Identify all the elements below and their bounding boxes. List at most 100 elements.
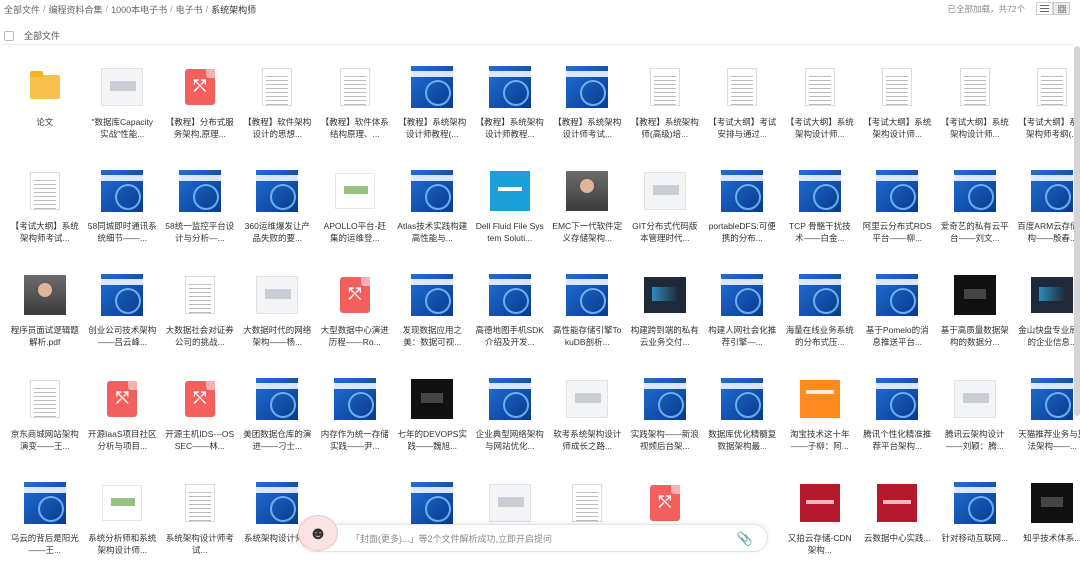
file-thumbnail [334, 66, 376, 108]
cover-image [800, 380, 840, 418]
file-item[interactable]: GIT分布式代码版本管理时代... [626, 170, 704, 274]
file-item[interactable]: 构建人网社会化推荐引擎—... [704, 274, 782, 378]
breadcrumb-item-1000-ebooks[interactable]: 1000本电子书 [111, 3, 167, 16]
file-thumbnail [411, 274, 453, 316]
file-item[interactable]: 高德地图手机SDK介绍及开发... [471, 274, 549, 378]
file-item[interactable]: 【教程】系统架构设计师教程(... [394, 66, 472, 170]
file-item[interactable]: 天猫推荐业务与算法架构——... [1014, 378, 1080, 482]
file-thumbnail [24, 378, 66, 420]
select-all-checkbox[interactable] [4, 31, 14, 41]
file-item[interactable]: 【教程】软件架构设计的思想... [239, 66, 317, 170]
file-item[interactable]: 数据库优化精髓复数据架构最... [704, 378, 782, 482]
file-item[interactable]: 论文 [6, 66, 84, 170]
file-item[interactable]: EMC下一代软件定义存储架构... [549, 170, 627, 274]
file-thumbnail [411, 170, 453, 212]
ai-chat-bar[interactable]: 「封面(更多)...」等2个文件解析成功,立即开启提问 📎 [300, 524, 768, 552]
file-item[interactable]: 又拍云存储-CDN架构... [781, 482, 859, 586]
file-item[interactable]: 知乎技术体系... [1014, 482, 1080, 586]
file-item[interactable]: 百度ARM云存储架构——殷春... [1014, 170, 1080, 274]
file-item[interactable]: 乌云的背后是阳光——王... [6, 482, 84, 586]
cover-image [721, 378, 763, 420]
file-item[interactable]: 爱奇艺的私有云平台——刘文... [936, 170, 1014, 274]
file-item[interactable]: 高性能存储引擎TokuDB剖析... [549, 274, 627, 378]
file-item[interactable]: 【考试大纲】系统架构师考纲(... [1014, 66, 1080, 170]
file-name: 京东商城网站架构演变——王... [10, 428, 80, 452]
file-thumbnail [489, 482, 531, 524]
file-thumbnail [334, 170, 376, 212]
file-name: 金山快盘专业局用的企业信息... [1017, 324, 1080, 348]
breadcrumb-separator: / [206, 4, 209, 14]
file-item[interactable]: 京东商城网站架构演变——王... [6, 378, 84, 482]
file-item[interactable]: 58同城即时通讯系统细节——... [84, 170, 162, 274]
file-item[interactable]: 金山快盘专业局用的企业信息... [1014, 274, 1080, 378]
file-item[interactable]: ⤲开源IaaS项目社区分析与项目... [84, 378, 162, 482]
file-name: Atlas技术实践构建高性能与... [397, 220, 467, 244]
file-item[interactable]: 系统架构设计师考试... [161, 482, 239, 586]
file-item[interactable]: 58统一监控平台设计与分析—... [161, 170, 239, 274]
file-item[interactable]: 构建跨到端的私有云业务交付... [626, 274, 704, 378]
file-item[interactable]: 云数据中心实践... [859, 482, 937, 586]
file-item[interactable]: 海量在线业务系统的分布式压... [781, 274, 859, 378]
file-item[interactable]: ⤲开源主机IDS---OSSEC——林... [161, 378, 239, 482]
file-item[interactable]: 软考系统架构设计师成长之路... [549, 378, 627, 482]
file-item[interactable]: 腾讯个性化精准推荐平台架构... [859, 378, 937, 482]
file-item[interactable]: 腾讯云架构设计——刘颖：腾... [936, 378, 1014, 482]
file-item[interactable]: 【考试大纲】系统架构设计师... [936, 66, 1014, 170]
breadcrumb-item-all-files[interactable]: 全部文件 [4, 3, 40, 16]
attach-icon[interactable]: 📎 [737, 531, 753, 547]
file-item[interactable]: 企业典型网络架构与网站优化... [471, 378, 549, 482]
file-item[interactable]: 阿里云分布式RDS平台——柳... [859, 170, 937, 274]
file-item[interactable]: Dell Fluid File System Soluti... [471, 170, 549, 274]
file-item[interactable]: 基于Pomelo的消息推送平台... [859, 274, 937, 378]
file-item[interactable]: 内存作为统一存储实践——尹... [316, 378, 394, 482]
file-item[interactable]: 大数据时代的网络架构——杨... [239, 274, 317, 378]
file-item[interactable]: 【教程】软件体系结构原理、... [316, 66, 394, 170]
file-thumbnail [644, 274, 686, 316]
file-item[interactable]: 【考试大纲】系统架构设计师... [781, 66, 859, 170]
file-name: 构建跨到端的私有云业务交付... [630, 324, 700, 348]
mascot-avatar-icon[interactable]: ☻ [298, 515, 338, 551]
file-thumbnail [411, 482, 453, 524]
file-item[interactable]: 【考试大纲】考试安排与通过... [704, 66, 782, 170]
chat-input-placeholder[interactable]: 「封面(更多)...」等2个文件解析成功,立即开启提问 [351, 532, 552, 545]
file-item[interactable]: 【考试大纲】系统架构设计师... [859, 66, 937, 170]
file-item[interactable]: 系统分析师和系统架构设计师... [84, 482, 162, 586]
file-thumbnail [721, 274, 763, 316]
file-item[interactable]: 创业公司技术架构——吕云峰... [84, 274, 162, 378]
breadcrumb-item-ebooks[interactable]: 电子书 [176, 3, 203, 16]
folder-icon [30, 75, 60, 99]
breadcrumb-item-programming[interactable]: 编程资料合集 [49, 3, 103, 16]
file-item[interactable]: 七年的DEVOPS实践——魏旭... [394, 378, 472, 482]
scrollbar[interactable] [1074, 46, 1080, 416]
file-name: 百度ARM云存储架构——殷春... [1017, 220, 1080, 244]
file-item[interactable]: "数据库Capacity实战"性能... [84, 66, 162, 170]
file-item[interactable]: 大数据社会对证券公司的挑战... [161, 274, 239, 378]
list-view-button[interactable] [1036, 2, 1053, 15]
list-icon [1040, 5, 1049, 12]
file-item[interactable]: 【教程】系统架构设计师教程... [471, 66, 549, 170]
file-item[interactable]: 基于高质量数据架构的数据分... [936, 274, 1014, 378]
file-item[interactable]: 美团数据仓库的演进——刁士... [239, 378, 317, 482]
file-thumbnail [411, 66, 453, 108]
cover-image [489, 274, 531, 316]
file-item[interactable]: TCP 骨骼干扰技术——白金... [781, 170, 859, 274]
grid-view-button[interactable] [1053, 2, 1070, 15]
file-item[interactable]: portableDFS:可便携的分布... [704, 170, 782, 274]
file-item[interactable]: Atlas技术实践构建高性能与... [394, 170, 472, 274]
file-item[interactable]: 发现数据应用之美：数据可视... [394, 274, 472, 378]
file-item[interactable]: 【考试大纲】系统架构师考试... [6, 170, 84, 274]
file-item[interactable]: APOLLO平台-赶集的运维登... [316, 170, 394, 274]
file-thumbnail [101, 482, 143, 524]
file-item[interactable]: 针对移动互联网... [936, 482, 1014, 586]
file-item[interactable]: 【教程】系统架构师(高级)培... [626, 66, 704, 170]
file-item[interactable]: 实践架构——新浪视频后台架... [626, 378, 704, 482]
file-item[interactable]: 淘宝技术这十年——子柳：阿... [781, 378, 859, 482]
file-thumbnail [24, 66, 66, 108]
file-item[interactable]: ⤲【教程】分布式服务架构,原理... [161, 66, 239, 170]
file-thumbnail [489, 170, 531, 212]
file-item[interactable]: 程序员面试逻辑题解析.pdf [6, 274, 84, 378]
select-all[interactable]: 全部文件 [4, 29, 60, 42]
file-item[interactable]: 360运维爆发让产品失败的要... [239, 170, 317, 274]
file-item[interactable]: 【教程】系统架构设计师考试... [549, 66, 627, 170]
file-item[interactable]: ⤲大型数据中心演进历程——Ro... [316, 274, 394, 378]
